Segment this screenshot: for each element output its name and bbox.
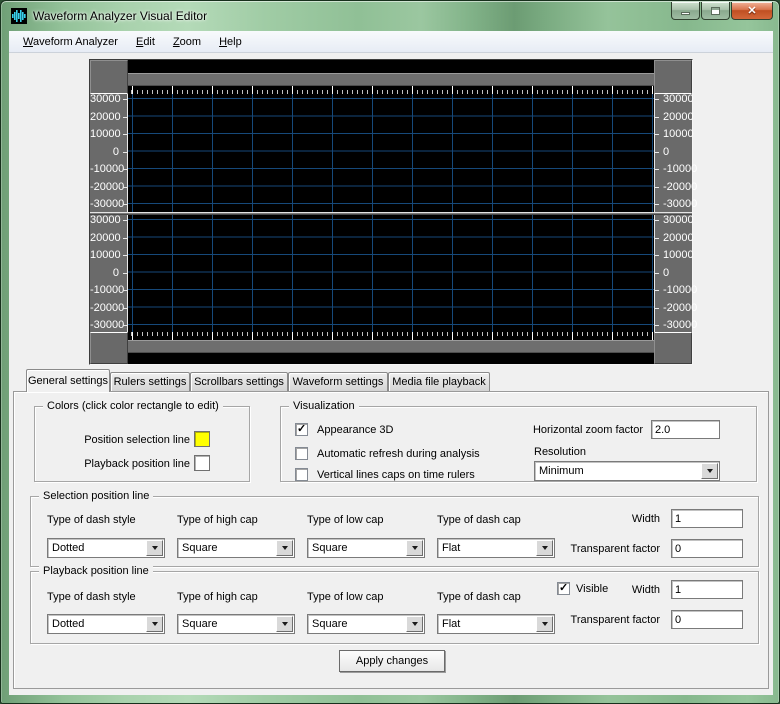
menu-help[interactable]: Help	[210, 33, 251, 51]
auto-refresh-label: Automatic refresh during analysis	[317, 447, 480, 461]
position-selection-line-label: Position selection line	[35, 433, 190, 447]
vertical-caps-checkbox[interactable]: ✓	[295, 468, 308, 481]
resolution-label: Resolution	[534, 445, 586, 459]
horizontal-zoom-label: Horizontal zoom factor	[483, 423, 643, 437]
appearance-3d-label: Appearance 3D	[317, 423, 393, 437]
high-cap-label: Type of high cap	[177, 590, 258, 604]
app-window: Waveform Analyzer Visual Editor ✕ Wavefo…	[0, 0, 780, 704]
amplitude-ruler-ch2-left: 3000020000100000-10000-20000-30000	[90, 215, 128, 332]
selection-position-line-group: Selection position line Type of dash sty…	[30, 496, 759, 567]
playback-group-title: Playback position line	[39, 565, 153, 578]
selection-group-title: Selection position line	[39, 490, 153, 503]
maximize-button[interactable]	[701, 2, 730, 20]
app-icon	[11, 8, 27, 24]
waveform-plot-channel1[interactable]	[128, 94, 654, 212]
top-spacer-bar	[128, 60, 654, 73]
window-title: Waveform Analyzer Visual Editor	[33, 9, 207, 23]
menu-zoom[interactable]: Zoom	[164, 33, 210, 51]
low-cap-label: Type of low cap	[307, 513, 383, 527]
amplitude-ruler-ch1-right: 3000020000100000-10000-20000-30000	[654, 94, 692, 212]
selection-dash-style-combo[interactable]: Dotted	[47, 538, 165, 558]
ruler-corner-bottom-right	[654, 332, 692, 364]
playback-position-color-swatch[interactable]	[194, 455, 210, 471]
minimize-icon	[681, 12, 690, 15]
time-ruler-top	[128, 86, 654, 94]
bottom-spacer-bar	[128, 353, 654, 364]
selection-transparent-input[interactable]	[671, 539, 743, 558]
horizontal-scrollbar-bottom[interactable]	[128, 340, 654, 353]
tab-scrollbars-settings[interactable]: Scrollbars settings	[190, 372, 288, 392]
menu-edit[interactable]: Edit	[127, 33, 164, 51]
minimize-button[interactable]	[671, 2, 700, 20]
chevron-down-icon[interactable]	[146, 540, 163, 556]
playback-position-line-label: Playback position line	[35, 457, 190, 471]
ruler-corner-top-right	[654, 60, 692, 94]
colors-group: Colors (click color rectangle to edit) P…	[34, 406, 250, 482]
tab-general-settings[interactable]: General settings	[26, 369, 110, 392]
check-icon: ✓	[297, 424, 307, 435]
dash-style-label: Type of dash style	[47, 590, 136, 604]
dash-cap-label: Type of dash cap	[437, 590, 521, 604]
position-selection-color-swatch[interactable]	[194, 431, 210, 447]
apply-changes-button[interactable]: Apply changes	[339, 650, 445, 672]
playback-low-cap-combo[interactable]: Square	[307, 614, 425, 634]
high-cap-label: Type of high cap	[177, 513, 258, 527]
chevron-down-icon[interactable]	[406, 540, 423, 556]
time-ruler-bottom	[128, 332, 654, 340]
chevron-down-icon[interactable]	[276, 616, 293, 632]
check-icon: ✓	[559, 583, 569, 594]
menu-waveform-analyzer[interactable]: Waveform Analyzer	[14, 33, 127, 51]
horizontal-scrollbar-top[interactable]	[128, 73, 654, 86]
selection-width-label: Width	[571, 512, 660, 526]
menubar: Waveform Analyzer Edit Zoom Help	[9, 31, 773, 53]
selection-transparent-label: Transparent factor	[471, 542, 660, 556]
client-area: Waveform Analyzer Edit Zoom Help 3000020…	[9, 31, 773, 695]
resolution-combo[interactable]: Minimum	[534, 461, 720, 481]
titlebar[interactable]: Waveform Analyzer Visual Editor ✕	[1, 1, 779, 31]
maximize-icon	[711, 7, 720, 15]
selection-width-input[interactable]	[671, 509, 743, 528]
close-icon: ✕	[747, 4, 756, 17]
colors-group-title: Colors (click color rectangle to edit)	[43, 400, 223, 413]
tab-rulers-settings[interactable]: Rulers settings	[110, 372, 190, 392]
playback-visible-label: Visible	[576, 582, 608, 596]
amplitude-ruler-ch2-right: 3000020000100000-10000-20000-30000	[654, 215, 692, 332]
playback-transparent-label: Transparent factor	[471, 613, 660, 627]
dash-cap-label: Type of dash cap	[437, 513, 521, 527]
dash-style-label: Type of dash style	[47, 513, 136, 527]
visualization-group: Visualization ✓ Appearance 3D ✓ Automati…	[280, 406, 757, 482]
general-settings-page: Colors (click color rectangle to edit) P…	[13, 391, 769, 689]
amplitude-ruler-ch1-left: 3000020000100000-10000-20000-30000	[90, 94, 128, 212]
chevron-down-icon[interactable]	[146, 616, 163, 632]
ruler-corner-top-left	[90, 60, 128, 94]
low-cap-label: Type of low cap	[307, 590, 383, 604]
window-controls: ✕	[670, 2, 773, 20]
chevron-down-icon[interactable]	[701, 463, 718, 479]
playback-high-cap-combo[interactable]: Square	[177, 614, 295, 634]
playback-width-input[interactable]	[671, 580, 743, 599]
tab-waveform-settings[interactable]: Waveform settings	[288, 372, 388, 392]
playback-width-label: Width	[621, 583, 660, 597]
playback-transparent-input[interactable]	[671, 610, 743, 629]
close-button[interactable]: ✕	[731, 2, 773, 20]
playback-dash-style-combo[interactable]: Dotted	[47, 614, 165, 634]
auto-refresh-checkbox[interactable]: ✓	[295, 447, 308, 460]
selection-low-cap-combo[interactable]: Square	[307, 538, 425, 558]
horizontal-zoom-input[interactable]	[651, 420, 720, 439]
appearance-3d-checkbox[interactable]: ✓	[295, 423, 308, 436]
visualization-group-title: Visualization	[289, 400, 359, 413]
ruler-corner-bottom-left	[90, 332, 128, 364]
playback-position-line-group: Playback position line Type of dash styl…	[30, 571, 759, 644]
vertical-caps-label: Vertical lines caps on time rulers	[317, 468, 475, 482]
selection-high-cap-combo[interactable]: Square	[177, 538, 295, 558]
chevron-down-icon[interactable]	[276, 540, 293, 556]
chevron-down-icon[interactable]	[406, 616, 423, 632]
waveform-plot-channel2[interactable]	[128, 215, 654, 332]
waveform-panel: 3000020000100000-10000-20000-30000 30000…	[89, 59, 693, 365]
tab-media-file-playback[interactable]: Media file playback	[388, 372, 490, 392]
playback-visible-checkbox[interactable]: ✓	[557, 582, 570, 595]
